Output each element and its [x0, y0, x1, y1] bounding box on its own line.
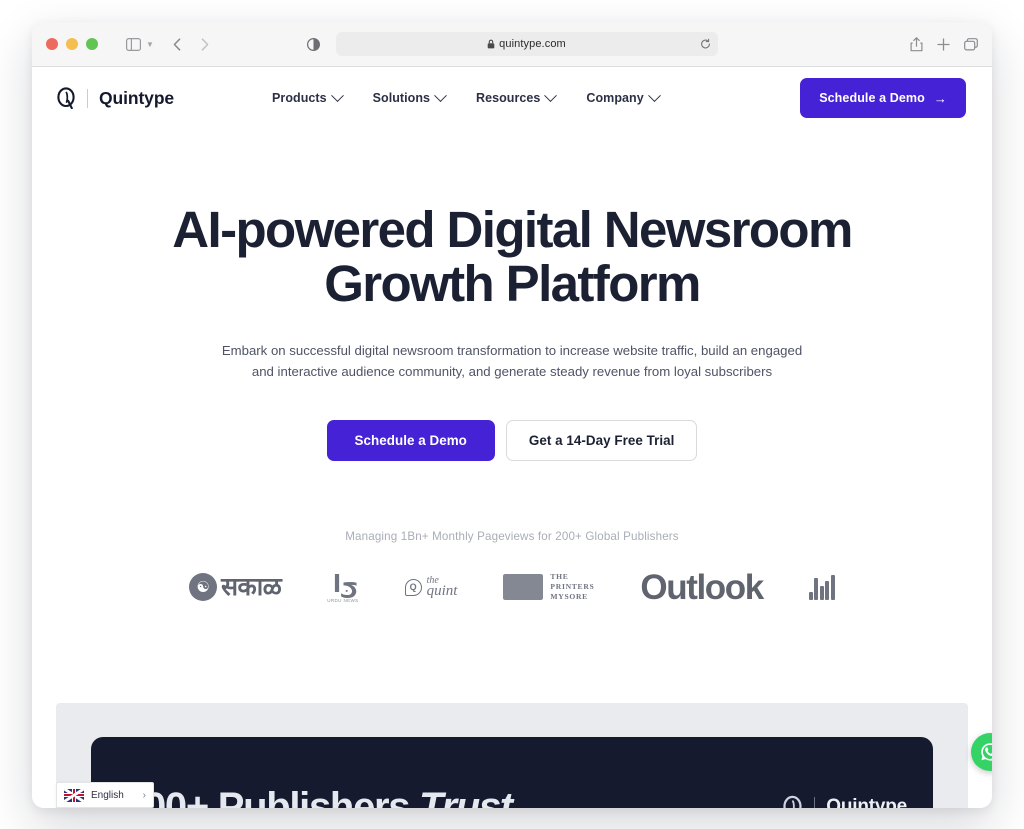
- browser-toolbar: ▼ quintype.com: [32, 22, 992, 67]
- logo-bar: [819, 586, 824, 601]
- hero-schedule-demo-button[interactable]: Schedule a Demo: [326, 419, 495, 461]
- window-traffic-lights: [46, 38, 98, 50]
- printers-line-1: THE: [550, 572, 569, 582]
- logo-bar-chart: [808, 574, 835, 601]
- lock-icon: [487, 39, 495, 49]
- address-bar[interactable]: quintype.com: [335, 32, 718, 56]
- nav-label: Solutions: [372, 91, 431, 105]
- nav-item-company[interactable]: Company: [586, 88, 661, 105]
- chevron-down-icon: [330, 88, 344, 102]
- hero-cta-group: Schedule a Demo Get a 14-Day Free Trial: [32, 419, 992, 461]
- close-window-button[interactable]: [46, 38, 58, 50]
- whatsapp-icon: [981, 743, 992, 761]
- quint-bubble-icon: Q: [404, 578, 422, 596]
- header-schedule-demo-button[interactable]: Schedule a Demo →: [800, 78, 966, 118]
- hero-subtitle-line-1: Embark on successful digital newsroom tr…: [221, 343, 803, 359]
- site-logo[interactable]: Quintype: [56, 87, 174, 109]
- logo-divider: [814, 796, 816, 808]
- page-title: AI-powered Digital Newsroom Growth Platf…: [142, 201, 882, 313]
- printers-emblem-icon: [503, 574, 544, 601]
- tab-overview-icon[interactable]: [964, 37, 978, 51]
- nav-label: Company: [586, 91, 644, 105]
- social-proof-caption: Managing 1Bn+ Monthly Pageviews for 200+…: [345, 529, 679, 543]
- printers-wordmark: THE PRINTERS MYSORE: [550, 572, 594, 603]
- card-logo: Quintype: [782, 795, 907, 808]
- quintype-q-icon: [782, 795, 803, 808]
- logo-outlook: Outlook: [640, 567, 764, 607]
- publishers-trust-card: 200+ Publishers Trust Quintype: [91, 737, 933, 808]
- hero-free-trial-button[interactable]: Get a 14-Day Free Trial: [505, 419, 698, 461]
- quint-wordmark: the quint: [426, 575, 458, 599]
- logo-the-quint: Q the quint: [404, 575, 458, 599]
- logo-the-printers-mysore: THE PRINTERS MYSORE: [503, 572, 594, 603]
- publishers-trust-heading-emphasis: Trust: [419, 785, 513, 808]
- trusted-by-section: 200+ Publishers Trust Quintype: [56, 703, 968, 808]
- printers-line-2: PRINTERS: [550, 582, 595, 592]
- sidebar-controls: ▼: [120, 31, 154, 57]
- language-label: English: [91, 789, 124, 801]
- printers-line-3: MYSORE: [550, 592, 588, 602]
- chevron-down-icon: [647, 88, 661, 102]
- chevron-down-icon[interactable]: ▼: [146, 40, 154, 49]
- back-button[interactable]: [168, 35, 186, 53]
- reader-mode-icon[interactable]: [306, 37, 320, 51]
- chevron-right-icon: ›: [142, 789, 146, 801]
- header-cta-label: Schedule a Demo: [819, 91, 925, 105]
- page-viewport: Quintype Products Solutions Resources Co…: [32, 67, 992, 808]
- sakal-emblem-icon: ☯: [189, 573, 218, 602]
- reload-icon[interactable]: [700, 38, 711, 50]
- logo-bar: [825, 581, 830, 601]
- arrow-right-icon: →: [933, 90, 947, 106]
- logo-divider: [87, 88, 88, 108]
- card-brand-name: Quintype: [826, 796, 907, 808]
- logo-bar: [808, 592, 813, 601]
- maximize-window-button[interactable]: [86, 38, 98, 50]
- publishers-trust-heading: 200+ Publishers Trust: [123, 785, 513, 808]
- outlook-wordmark: Outlook: [640, 567, 764, 607]
- logo-sakal: ☯ सकाळ: [189, 572, 282, 602]
- navigation-arrows: [168, 35, 214, 53]
- minimize-window-button[interactable]: [66, 38, 78, 50]
- uk-flag-icon: [64, 788, 84, 802]
- logo-bar: [830, 575, 835, 601]
- chevron-down-icon: [544, 88, 558, 102]
- publishers-trust-heading-prefix: 200+ Publishers: [123, 785, 420, 808]
- hero-subtitle: Embark on successful digital newsroom tr…: [217, 340, 807, 383]
- urdu-wordmark: اج: [333, 569, 359, 598]
- main-navigation: Products Solutions Resources Company: [272, 88, 661, 105]
- chevron-down-icon: [434, 88, 447, 102]
- quintype-q-icon: [56, 87, 76, 109]
- hero-title-line-2: Growth Platform: [324, 255, 701, 313]
- whatsapp-chat-button[interactable]: [971, 733, 992, 771]
- nav-item-solutions[interactable]: Solutions: [372, 88, 447, 105]
- address-bar-url: quintype.com: [499, 38, 566, 50]
- publishers-trust-card-content: 200+ Publishers Trust Quintype: [123, 787, 907, 808]
- quint-main-text: quint: [426, 582, 458, 599]
- logo-urdu-news: اج URDU NEWS: [327, 569, 359, 603]
- language-selector[interactable]: English ›: [56, 782, 154, 808]
- sakal-wordmark: सकाळ: [221, 572, 282, 601]
- nav-item-resources[interactable]: Resources: [476, 88, 558, 105]
- site-header: Quintype Products Solutions Resources Co…: [32, 67, 992, 129]
- page-backdrop: ▼ quintype.com Quintype Products Solutio…: [0, 0, 1024, 829]
- urdu-subtext: URDU NEWS: [327, 597, 359, 603]
- logo-bar: [814, 578, 819, 601]
- hero-subtitle-line-2: and interactive audience community, and …: [251, 364, 773, 380]
- hero-section: AI-powered Digital Newsroom Growth Platf…: [32, 129, 992, 461]
- sidebar-icon[interactable]: [120, 31, 146, 57]
- nav-item-products[interactable]: Products: [272, 88, 344, 105]
- brand-name: Quintype: [99, 87, 175, 108]
- browser-window: ▼ quintype.com Quintype Products Solutio…: [32, 22, 992, 808]
- share-icon[interactable]: [910, 36, 923, 52]
- forward-button[interactable]: [196, 35, 214, 53]
- nav-label: Products: [272, 91, 327, 105]
- publisher-logo-strip: ☯ सकाळ اج URDU NEWS Q the quint THE PRIN…: [32, 570, 992, 605]
- hero-title-line-1: AI-powered Digital Newsroom: [172, 201, 853, 258]
- toolbar-right-group: [910, 36, 978, 52]
- nav-label: Resources: [476, 91, 541, 105]
- plus-icon[interactable]: [937, 37, 950, 51]
